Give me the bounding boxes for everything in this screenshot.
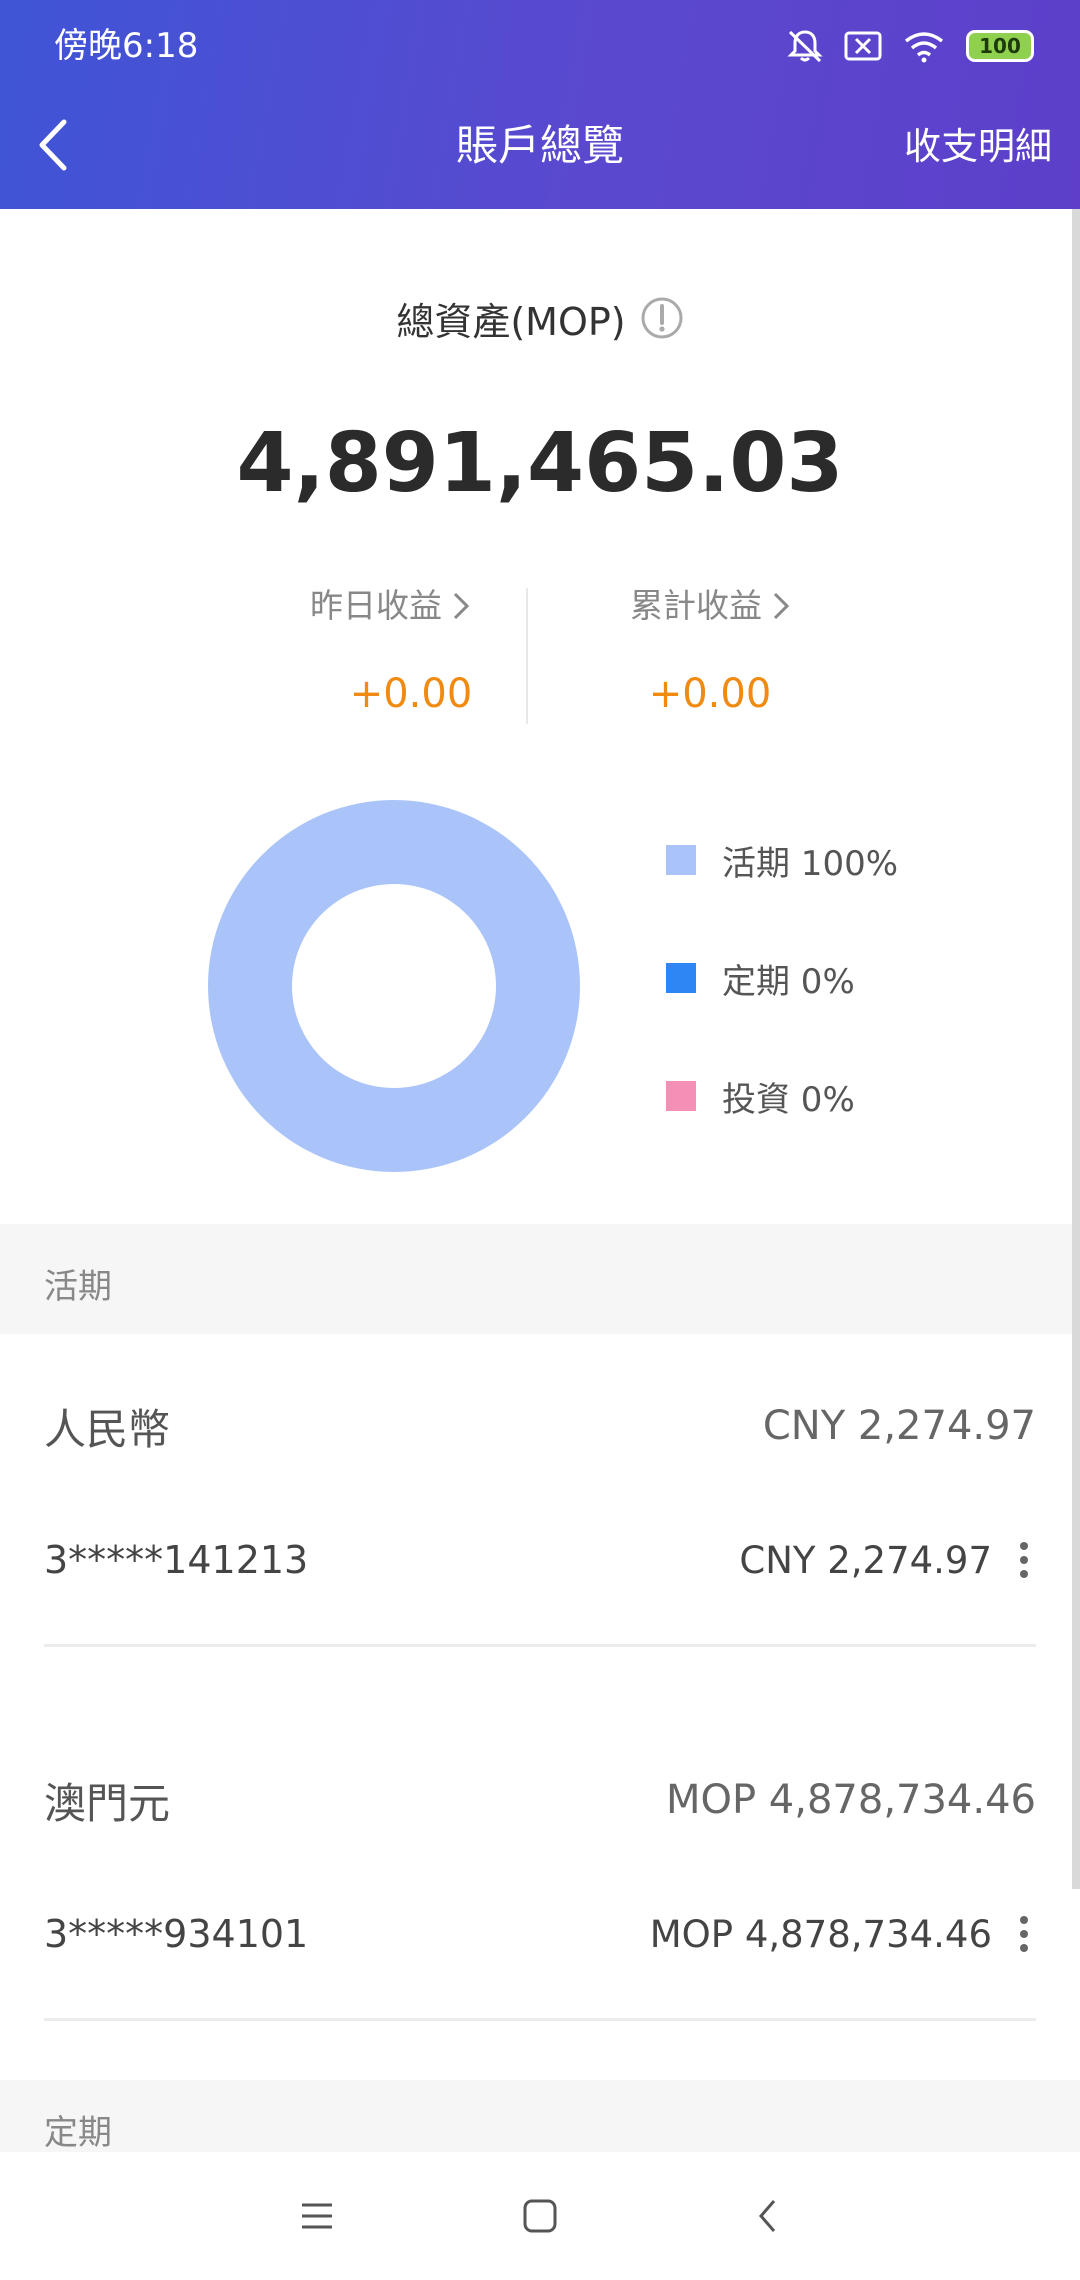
section-title-demand: 活期: [44, 1267, 112, 1307]
battery-level: 100: [979, 34, 1021, 58]
wifi-icon: [904, 32, 944, 63]
home-icon: [523, 2199, 557, 2233]
row-divider: [44, 2018, 1036, 2021]
legend-swatch-demand: [666, 845, 696, 875]
account-balance: MOP 4,878,734.46: [649, 1912, 992, 1956]
status-time: 傍晚6:18: [54, 26, 199, 66]
cumulative-income-label-row: 累計收益: [630, 584, 790, 628]
system-navigation-bar: [0, 2152, 1080, 2280]
total-assets-value: 4,891,465.03: [236, 416, 844, 511]
currency-total: MOP 4,878,734.46: [665, 1777, 1036, 1823]
account-balance-group: CNY 2,274.97: [739, 1530, 1044, 1590]
cumulative-income-value: +0.00: [648, 671, 772, 717]
legend-label-demand: 活期 100%: [722, 843, 899, 884]
currency-name: 人民幣: [44, 1404, 171, 1454]
chevron-right-icon: [773, 592, 790, 620]
chevron-right-icon: [453, 592, 470, 620]
total-assets-label: 總資產(MOP): [396, 300, 626, 344]
legend-item-investment: 投資 0%: [666, 1068, 898, 1124]
yesterday-income-value: +0.00: [349, 671, 473, 717]
cumulative-income-label: 累計收益: [630, 586, 762, 625]
scrollbar[interactable]: [1072, 209, 1080, 1889]
income-divider: [526, 588, 528, 724]
home-button[interactable]: [510, 2186, 570, 2246]
yesterday-income-label: 昨日收益: [310, 586, 442, 625]
legend-label-fixed: 定期 0%: [722, 961, 855, 1002]
yesterday-income[interactable]: 昨日收益 +0.00: [240, 584, 540, 720]
account-balance: CNY 2,274.97: [739, 1538, 992, 1582]
legend-item-fixed: 定期 0%: [666, 950, 898, 1006]
more-vertical-icon: [1020, 1916, 1028, 1952]
section-title-fixed: 定期: [44, 2113, 112, 2152]
section-header-demand: 活期: [0, 1224, 1080, 1334]
legend-label-investment: 投資 0%: [722, 1079, 855, 1120]
yesterday-income-label-row: 昨日收益: [310, 584, 470, 628]
total-assets-label-row: 總資產(MOP): [0, 296, 1080, 348]
system-back-button[interactable]: [738, 2186, 798, 2246]
recent-apps-button[interactable]: [287, 2186, 347, 2246]
battery-icon: 100: [966, 30, 1034, 62]
more-options-button[interactable]: [1004, 1904, 1044, 1964]
legend-swatch-fixed: [666, 963, 696, 993]
more-options-button[interactable]: [1004, 1530, 1044, 1590]
row-divider: [44, 1644, 1036, 1647]
more-vertical-icon: [1020, 1542, 1028, 1578]
menu-icon: [302, 2203, 332, 2229]
chart-legend: 活期 100% 定期 0% 投資 0%: [666, 832, 898, 1186]
back-icon: [759, 2200, 776, 2232]
sim-error-icon: [844, 31, 882, 61]
currency-row-mop[interactable]: 澳門元 MOP 4,878,734.46: [44, 1770, 1036, 1830]
asset-allocation-donut-chart: [208, 800, 580, 1172]
cumulative-income[interactable]: 累計收益 +0.00: [560, 584, 860, 720]
currency-row-cny[interactable]: 人民幣 CNY 2,274.97: [44, 1396, 1036, 1456]
legend-swatch-investment: [666, 1081, 696, 1111]
legend-item-demand: 活期 100%: [666, 832, 898, 888]
account-balance-group: MOP 4,878,734.46: [650, 1904, 1044, 1964]
transaction-details-link[interactable]: 收支明細: [904, 122, 1052, 172]
currency-total: CNY 2,274.97: [762, 1403, 1036, 1449]
mute-bell-icon: [787, 30, 823, 63]
account-row[interactable]: 3*****141213 CNY 2,274.97: [44, 1530, 1044, 1590]
section-header-fixed: 定期: [0, 2080, 1080, 2152]
currency-name: 澳門元: [44, 1778, 171, 1828]
info-icon[interactable]: [640, 296, 684, 340]
account-number: 3*****141213: [44, 1538, 309, 1582]
app-header: 傍晚6:18 100 賬戶總覽 收支明細: [0, 0, 1080, 209]
status-icons: 100: [786, 24, 1034, 68]
account-number: 3*****934101: [44, 1912, 309, 1956]
account-row[interactable]: 3*****934101 MOP 4,878,734.46: [44, 1904, 1044, 1964]
donut-slice-demand: [208, 800, 580, 1172]
